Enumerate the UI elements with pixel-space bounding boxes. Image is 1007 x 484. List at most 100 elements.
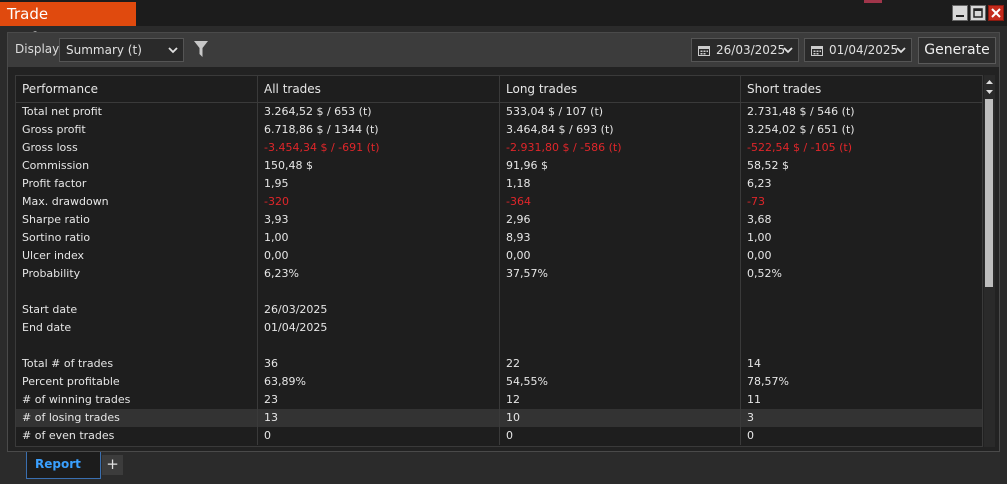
metric-value: 6,23: [740, 175, 982, 193]
column-header-short-trades[interactable]: Short trades: [740, 76, 982, 102]
metric-value: [499, 319, 747, 337]
maximize-icon: [973, 8, 983, 18]
table-row[interactable]: Total # of trades 36 22 14: [16, 355, 982, 373]
metric-label: Max. drawdown: [22, 195, 109, 208]
table-row[interactable]: Gross profit 6.718,86 $ / 1344 (t) 3.464,8…: [16, 121, 982, 139]
metric-value: 22: [499, 355, 747, 373]
metric-value: -73: [740, 193, 982, 211]
window-controls: [952, 5, 1004, 21]
metric-value: [499, 301, 747, 319]
metric-value: 3,93: [257, 211, 505, 229]
column-header-all-trades[interactable]: All trades: [257, 76, 505, 102]
chevron-down-icon: [896, 47, 906, 54]
metric-label: Commission: [22, 159, 90, 172]
metric-value: -364: [499, 193, 747, 211]
metric-label: Percent profitable: [22, 375, 120, 388]
metric-value: 0,00: [499, 247, 747, 265]
table-row[interactable]: Sortino ratio 1,00 8,93 1,00: [16, 229, 982, 247]
table-row[interactable]: Total net profit 3.264,52 $ / 653 (t) 533,…: [16, 103, 982, 121]
metric-value: 36: [257, 355, 505, 373]
date-to-picker[interactable]: 01/04/2025: [804, 38, 912, 62]
metric-value: 11: [740, 391, 982, 409]
report-panel: Display Summary (t) 26/03/2025 01/04/202…: [7, 32, 1000, 452]
metric-value: 1,95: [257, 175, 505, 193]
metric-value: 12: [499, 391, 747, 409]
add-tab-button[interactable]: +: [102, 455, 123, 475]
metric-value: 1,00: [257, 229, 505, 247]
metric-value: 14: [740, 355, 982, 373]
scroll-up-icon[interactable]: [984, 77, 995, 87]
metric-label: Total net profit: [22, 105, 102, 118]
metric-value: 1,18: [499, 175, 747, 193]
top-marker: [864, 0, 882, 3]
maximize-button[interactable]: [970, 5, 986, 21]
display-select[interactable]: Summary (t): [59, 38, 184, 62]
metric-value: 13: [257, 409, 505, 427]
table-row[interactable]: Ulcer index 0,00 0,00 0,00: [16, 247, 982, 265]
metric-value: -320: [257, 193, 505, 211]
table-row[interactable]: # of winning trades 23 12 11: [16, 391, 982, 409]
scrollbar-thumb[interactable]: [985, 99, 993, 287]
bottom-tab-bar: Report +: [0, 452, 1007, 484]
close-icon: [991, 8, 1001, 18]
table-row[interactable]: Percent profitable 63,89% 54,55% 78,57%: [16, 373, 982, 391]
close-button[interactable]: [988, 5, 1004, 21]
metric-label: Sharpe ratio: [22, 213, 90, 226]
table-row[interactable]: End date 01/04/2025: [16, 319, 982, 337]
metric-value: 3.264,52 $ / 653 (t): [257, 103, 505, 121]
calendar-icon: [698, 46, 710, 56]
metric-value: 6,23%: [257, 265, 505, 283]
table-header-row: Performance All trades Long trades Short…: [16, 76, 982, 103]
metric-label: Sortino ratio: [22, 231, 91, 244]
tab-report[interactable]: Report: [26, 452, 101, 479]
minimize-button[interactable]: [952, 5, 968, 21]
table-row[interactable]: Gross loss -3.454,34 $ / -691 (t) -2.931,8…: [16, 139, 982, 157]
minimize-icon: [956, 15, 964, 17]
display-select-value: Summary (t): [66, 43, 142, 57]
metric-value: [257, 337, 505, 355]
column-header-long-trades[interactable]: Long trades: [499, 76, 747, 102]
metric-value: 0,00: [257, 247, 505, 265]
table-row[interactable]: Probability 6,23% 37,57% 0,52%: [16, 265, 982, 283]
display-label: Display: [15, 42, 60, 56]
metric-value: 533,04 $ / 107 (t): [499, 103, 747, 121]
metric-value: 78,57%: [740, 373, 982, 391]
metric-label: Gross loss: [22, 141, 78, 154]
table-body: Total net profit 3.264,52 $ / 653 (t) 533,…: [16, 103, 982, 445]
metric-label: # of losing trades: [22, 411, 120, 424]
metric-value: 23: [257, 391, 505, 409]
metric-label: Start date: [22, 303, 78, 316]
vertical-scrollbar[interactable]: [984, 75, 995, 447]
generate-button[interactable]: Generate: [918, 37, 996, 64]
filter-icon[interactable]: [194, 41, 208, 58]
metric-label: Total # of trades: [22, 357, 114, 370]
metric-value: [740, 301, 982, 319]
scroll-down-icon[interactable]: [984, 87, 995, 97]
column-header-performance[interactable]: Performance: [16, 76, 262, 102]
table-row[interactable]: # of losing trades 13 10 3: [16, 409, 982, 427]
chevron-down-icon: [168, 47, 178, 54]
table-row[interactable]: Start date 26/03/2025: [16, 301, 982, 319]
metric-value: [740, 337, 982, 355]
metric-label: Gross profit: [22, 123, 86, 136]
table-row[interactable]: [16, 283, 982, 301]
metric-value: 3,68: [740, 211, 982, 229]
date-from-picker[interactable]: 26/03/2025: [691, 38, 799, 62]
metric-value: 63,89%: [257, 373, 505, 391]
table-row[interactable]: Max. drawdown -320 -364 -73: [16, 193, 982, 211]
metric-value: 0,00: [740, 247, 982, 265]
table-row[interactable]: # of even trades 0 0 0: [16, 427, 982, 445]
metric-label: End date: [22, 321, 72, 334]
metric-value: [499, 283, 747, 301]
metric-value: 0: [499, 427, 747, 445]
window-title: Trade Performance: [0, 2, 136, 47]
metric-value: -3.454,34 $ / -691 (t): [257, 139, 505, 157]
metric-value: [257, 283, 505, 301]
table-row[interactable]: Sharpe ratio 3,93 2,96 3,68: [16, 211, 982, 229]
table-row[interactable]: Profit factor 1,95 1,18 6,23: [16, 175, 982, 193]
metric-value: 0: [257, 427, 505, 445]
table-row[interactable]: [16, 337, 982, 355]
metric-value: 0: [740, 427, 982, 445]
table-row[interactable]: Commission 150,48 $91,96 $58,52 $: [16, 157, 982, 175]
toolbar: Display Summary (t) 26/03/2025 01/04/202…: [8, 33, 999, 67]
